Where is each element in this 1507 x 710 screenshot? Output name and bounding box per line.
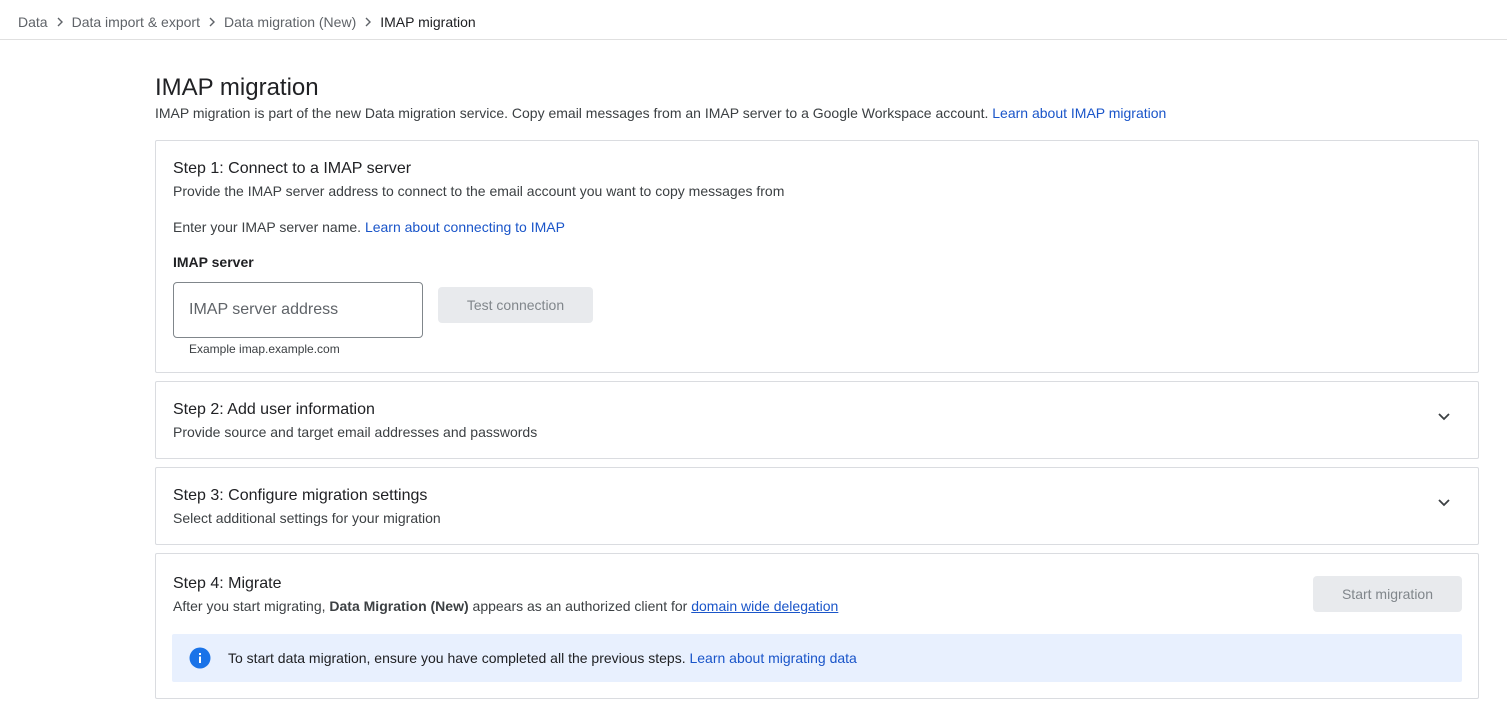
step2-card[interactable]: Step 2: Add user information Provide sou… — [155, 381, 1479, 459]
test-connection-button[interactable]: Test connection — [438, 287, 593, 323]
chevron-down-icon[interactable] — [1432, 490, 1456, 514]
breadcrumb: Data Data import & export Data migration… — [18, 14, 476, 30]
step1-prompt-text: Enter your IMAP server name. — [173, 219, 362, 235]
breadcrumb-bar: Data Data import & export Data migration… — [0, 0, 1507, 40]
page-description: IMAP migration is part of the new Data m… — [155, 104, 1166, 122]
step2-title: Step 2: Add user information — [173, 401, 375, 418]
step4-subtitle: After you start migrating, Data Migratio… — [173, 597, 838, 615]
domain-wide-delegation-link[interactable]: domain wide delegation — [691, 598, 838, 614]
learn-migrating-data-link[interactable]: Learn about migrating data — [689, 650, 856, 666]
chevron-right-icon — [48, 16, 72, 28]
start-migration-button[interactable]: Start migration — [1313, 576, 1462, 612]
step1-title: Step 1: Connect to a IMAP server — [173, 160, 412, 177]
step4-subtitle-prefix: After you start migrating, — [173, 598, 326, 614]
info-icon — [189, 647, 211, 669]
step3-subtitle: Select additional settings for your migr… — [173, 510, 441, 526]
breadcrumb-item-data-migration[interactable]: Data migration (New) — [224, 14, 356, 30]
step1-subtitle: Provide the IMAP server address to conne… — [173, 183, 785, 199]
step2-subtitle: Provide source and target email addresse… — [173, 424, 538, 440]
imap-server-field — [173, 282, 423, 338]
breadcrumb-item-data-import-export[interactable]: Data import & export — [72, 14, 200, 30]
info-message: To start data migration, ensure you have… — [228, 650, 686, 666]
step3-title: Step 3: Configure migration settings — [173, 487, 428, 504]
imap-server-input[interactable] — [174, 283, 422, 337]
step4-subtitle-app-name: Data Migration (New) — [329, 598, 469, 614]
step1-card: Step 1: Connect to a IMAP server Provide… — [155, 140, 1479, 373]
info-banner-text: To start data migration, ensure you have… — [228, 649, 857, 667]
step1-prompt: Enter your IMAP server name. Learn about… — [173, 218, 565, 236]
page-title: IMAP migration — [155, 74, 319, 101]
step4-card: Step 4: Migrate After you start migratin… — [155, 553, 1479, 699]
chevron-right-icon — [200, 16, 224, 28]
step4-subtitle-middle: appears as an authorized client for — [472, 598, 688, 614]
imap-server-helper: Example imap.example.com — [189, 342, 340, 356]
info-banner: To start data migration, ensure you have… — [172, 634, 1462, 682]
breadcrumb-item-data[interactable]: Data — [18, 14, 48, 30]
chevron-right-icon — [356, 16, 380, 28]
learn-connecting-imap-link[interactable]: Learn about connecting to IMAP — [365, 219, 565, 235]
imap-server-label: IMAP server — [173, 254, 254, 270]
chevron-down-icon[interactable] — [1432, 404, 1456, 428]
page-description-text: IMAP migration is part of the new Data m… — [155, 105, 989, 121]
learn-imap-migration-link[interactable]: Learn about IMAP migration — [992, 105, 1166, 121]
step3-card[interactable]: Step 3: Configure migration settings Sel… — [155, 467, 1479, 545]
breadcrumb-current: IMAP migration — [380, 14, 476, 30]
step4-title: Step 4: Migrate — [173, 575, 282, 592]
